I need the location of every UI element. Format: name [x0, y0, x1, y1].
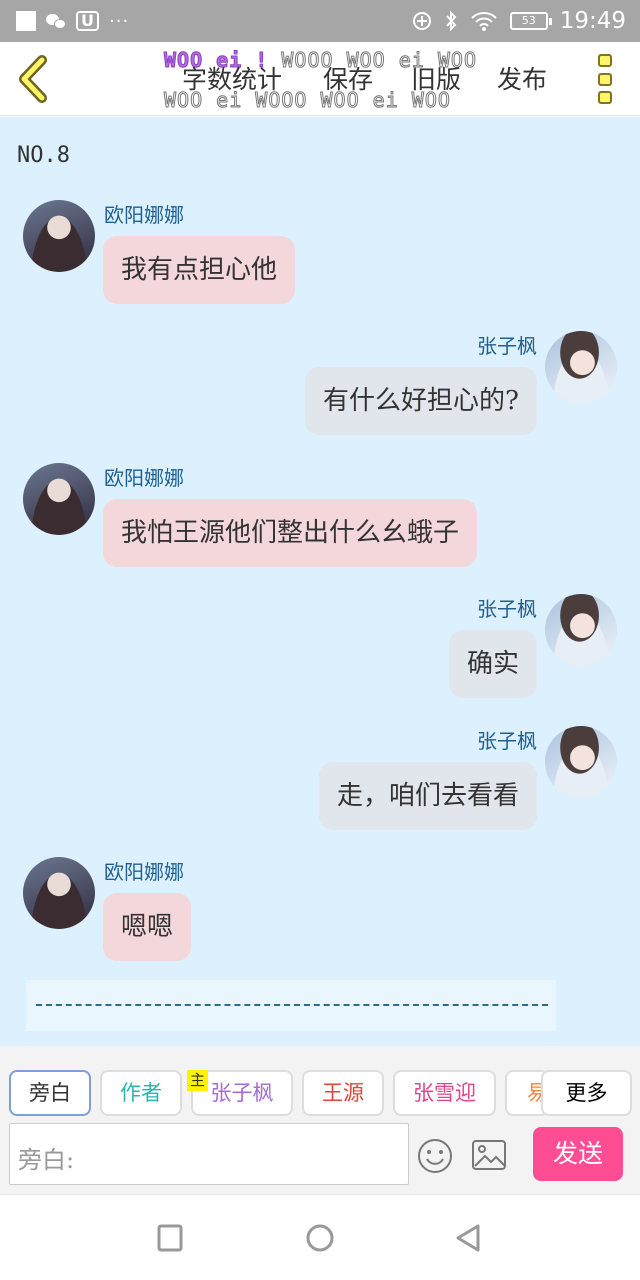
input-role-label: 旁白:: [18, 1146, 75, 1174]
home-icon[interactable]: [305, 1223, 335, 1253]
status-bar-right: 53 19:49: [412, 6, 626, 36]
role-chip-author[interactable]: 作者: [100, 1070, 182, 1116]
recent-apps-icon[interactable]: [155, 1223, 185, 1253]
u-app-icon: U: [76, 11, 99, 31]
aside-divider: [36, 1004, 548, 1006]
sender-name: 张子枫: [477, 334, 537, 358]
message-bubble[interactable]: 我怕王源他们整出什么幺蛾子: [103, 499, 478, 567]
navigation-bar: [0, 1194, 640, 1280]
emoji-icon[interactable]: [416, 1137, 454, 1175]
back-nav-icon[interactable]: [453, 1223, 483, 1253]
image-icon[interactable]: [471, 1138, 507, 1172]
message-input[interactable]: 旁白:: [9, 1123, 409, 1185]
avatar[interactable]: [23, 857, 95, 929]
message-bubble[interactable]: 确实: [448, 630, 537, 698]
more-roles-button[interactable]: 更多: [541, 1070, 632, 1116]
avatar[interactable]: [23, 200, 95, 272]
role-chip-wang-yuan[interactable]: 王源: [302, 1070, 384, 1116]
message-bubble[interactable]: 有什么好担心的?: [305, 367, 537, 435]
avatar[interactable]: [545, 331, 617, 403]
sender-name: 张子枫: [477, 729, 537, 753]
more-notifications-indicator: ···: [109, 10, 130, 32]
wechat-icon: [46, 12, 66, 30]
sender-name: 张子枫: [477, 597, 537, 621]
role-chip-narrator[interactable]: 旁白: [9, 1070, 91, 1116]
role-chip-zhang-xueying[interactable]: 张雪迎: [393, 1070, 496, 1116]
square-icon: [16, 11, 36, 31]
word-count-button[interactable]: 字数统计: [182, 60, 282, 96]
publish-button[interactable]: 发布: [497, 60, 547, 96]
status-bar: U ··· 53 19:49: [0, 0, 640, 42]
wifi-icon: [470, 12, 497, 31]
status-bar-left: U ···: [16, 9, 129, 33]
battery-icon: 53: [509, 12, 552, 30]
sender-name: 欧阳娜娜: [104, 466, 184, 490]
avatar[interactable]: [23, 463, 95, 535]
send-button[interactable]: 发送: [533, 1127, 623, 1181]
back-arrow-icon[interactable]: [14, 54, 54, 104]
bluetooth-icon: [445, 10, 457, 32]
more-menu-icon[interactable]: [598, 54, 614, 104]
message-bubble[interactable]: 我有点担心他: [103, 236, 296, 304]
aside-message[interactable]: [26, 980, 556, 1031]
sender-name: 欧阳娜娜: [104, 860, 184, 884]
composer-panel: 旁白 作者 张子枫 主 王源 张雪迎 易 更多 旁白: 发送: [0, 1046, 640, 1194]
sender-name: 欧阳娜娜: [104, 203, 184, 227]
clock: 19:49: [559, 8, 626, 34]
chat-area[interactable]: NO.8 欧阳娜娜 我有点担心他 张子枫 有什么好担心的? 欧阳娜娜 我怕王源他…: [0, 117, 640, 1046]
top-bar: WOO ei ! WOOO WOO ei WOO WOO ei WOOO WOO…: [0, 42, 640, 116]
main-character-badge: 主: [187, 1070, 208, 1091]
avatar[interactable]: [545, 594, 617, 666]
add-circle-icon: [412, 12, 431, 30]
old-version-button[interactable]: 旧版: [411, 60, 461, 96]
message-bubble[interactable]: 嗯嗯: [103, 893, 192, 961]
save-button[interactable]: 保存: [323, 60, 373, 96]
message-bubble[interactable]: 走，咱们去看看: [318, 762, 537, 830]
chapter-label: NO.8: [17, 143, 70, 168]
avatar[interactable]: [545, 726, 617, 798]
